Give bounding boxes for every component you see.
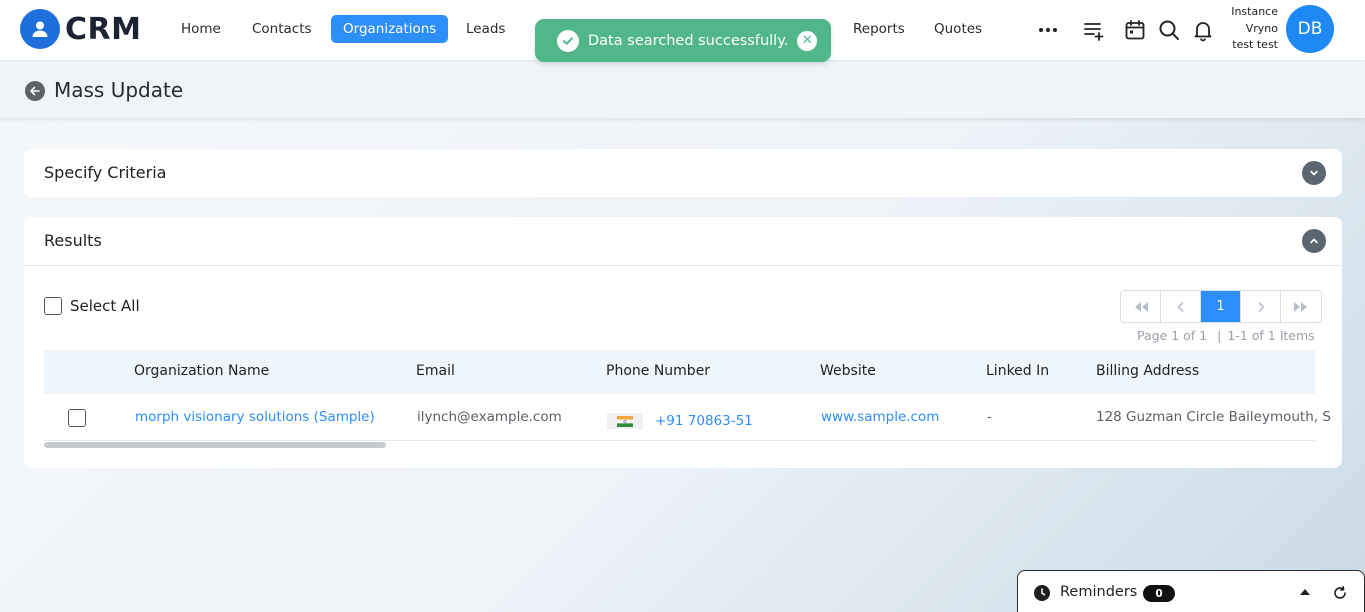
reminders-label: Reminders	[1060, 584, 1138, 600]
search-icon[interactable]	[1157, 18, 1181, 42]
india-flag-icon	[607, 413, 643, 429]
page-header: Mass Update	[0, 60, 1365, 118]
results-title: Results	[44, 231, 102, 250]
caret-up-icon[interactable]	[1300, 589, 1310, 595]
criteria-title: Specify Criteria	[44, 163, 167, 182]
results-panel: Results Select All 1 Page 1 of 1 | 1-1 of …	[24, 217, 1342, 468]
chevron-up-icon[interactable]	[1302, 229, 1326, 253]
calendar-icon[interactable]	[1123, 18, 1147, 42]
bell-icon[interactable]	[1191, 18, 1215, 42]
user-info: Instance Vryno test test	[1231, 4, 1278, 54]
pagination-info: Page 1 of 1 | 1-1 of 1 Items	[1137, 328, 1315, 343]
billing-address-value: 128 Guzman Circle Baileymouth, S	[1096, 409, 1331, 425]
website-link[interactable]: www.sample.com	[821, 409, 939, 425]
column-header[interactable]: Linked In	[986, 363, 1049, 379]
more-horizontal-icon[interactable]	[1036, 18, 1060, 42]
user-instance-label: Instance	[1231, 5, 1278, 18]
select-all[interactable]: Select All	[44, 297, 140, 315]
nav-contacts[interactable]: Contacts	[240, 15, 324, 43]
divider	[24, 265, 1342, 266]
reminders-count-badge: 0	[1143, 585, 1175, 602]
reminders-bar[interactable]: Reminders 0	[1017, 570, 1365, 612]
page-title: Mass Update	[54, 78, 184, 102]
pagination: 1	[1120, 290, 1322, 323]
next-page-icon[interactable]	[1241, 291, 1281, 322]
add-list-icon[interactable]	[1082, 18, 1106, 42]
check-circle-icon	[557, 29, 579, 52]
column-header[interactable]: Billing Address	[1096, 363, 1199, 379]
linkedin-value: -	[987, 409, 992, 425]
criteria-panel[interactable]: Specify Criteria	[24, 149, 1342, 197]
user-name: test test	[1232, 38, 1278, 51]
chevron-down-icon[interactable]	[1302, 161, 1326, 185]
table-row: morph visionary solutions (Sample) ilync…	[44, 394, 1331, 441]
clock-icon	[1034, 585, 1050, 601]
horizontal-scrollbar[interactable]	[44, 442, 386, 448]
nav-leads[interactable]: Leads	[454, 15, 517, 43]
user-instance-name: Vryno	[1245, 21, 1278, 35]
crm-logo[interactable]: CRM	[20, 9, 141, 49]
organization-name-link[interactable]: morph visionary solutions (Sample)	[135, 409, 375, 425]
select-all-label: Select All	[70, 297, 140, 315]
toast-close-icon[interactable]: ✕	[797, 30, 818, 51]
nav-quotes[interactable]: Quotes	[922, 15, 994, 43]
page-number-button[interactable]: 1	[1201, 291, 1241, 322]
row-checkbox[interactable]	[68, 409, 86, 427]
column-header[interactable]: Email	[416, 363, 455, 379]
pagination-separator: |	[1217, 328, 1222, 343]
logo-text: CRM	[65, 11, 142, 47]
success-toast: Data searched successfully. ✕	[535, 19, 831, 62]
email-value: ilynch@example.com	[417, 409, 562, 425]
refresh-icon[interactable]	[1332, 585, 1348, 601]
phone-link[interactable]: +91 70863-51	[655, 413, 753, 429]
avatar[interactable]: DB	[1286, 5, 1334, 53]
column-header[interactable]: Organization Name	[134, 363, 269, 379]
items-info: 1-1 of 1 Items	[1227, 328, 1315, 343]
back-arrow-icon[interactable]	[25, 81, 45, 101]
column-header[interactable]: Phone Number	[606, 363, 710, 379]
table-header: Organization Name Email Phone Number Web…	[44, 350, 1315, 394]
user-group-icon	[20, 9, 60, 49]
nav-reports[interactable]: Reports	[841, 15, 917, 43]
prev-page-icon[interactable]	[1161, 291, 1201, 322]
nav-organizations[interactable]: Organizations	[331, 15, 449, 43]
nav-home[interactable]: Home	[169, 15, 233, 43]
last-page-icon[interactable]	[1281, 291, 1321, 322]
select-all-checkbox[interactable]	[44, 297, 62, 315]
toast-message: Data searched successfully.	[588, 32, 789, 49]
column-header[interactable]: Website	[820, 363, 876, 379]
first-page-icon[interactable]	[1121, 291, 1161, 322]
page-info: Page 1 of 1	[1137, 328, 1208, 343]
